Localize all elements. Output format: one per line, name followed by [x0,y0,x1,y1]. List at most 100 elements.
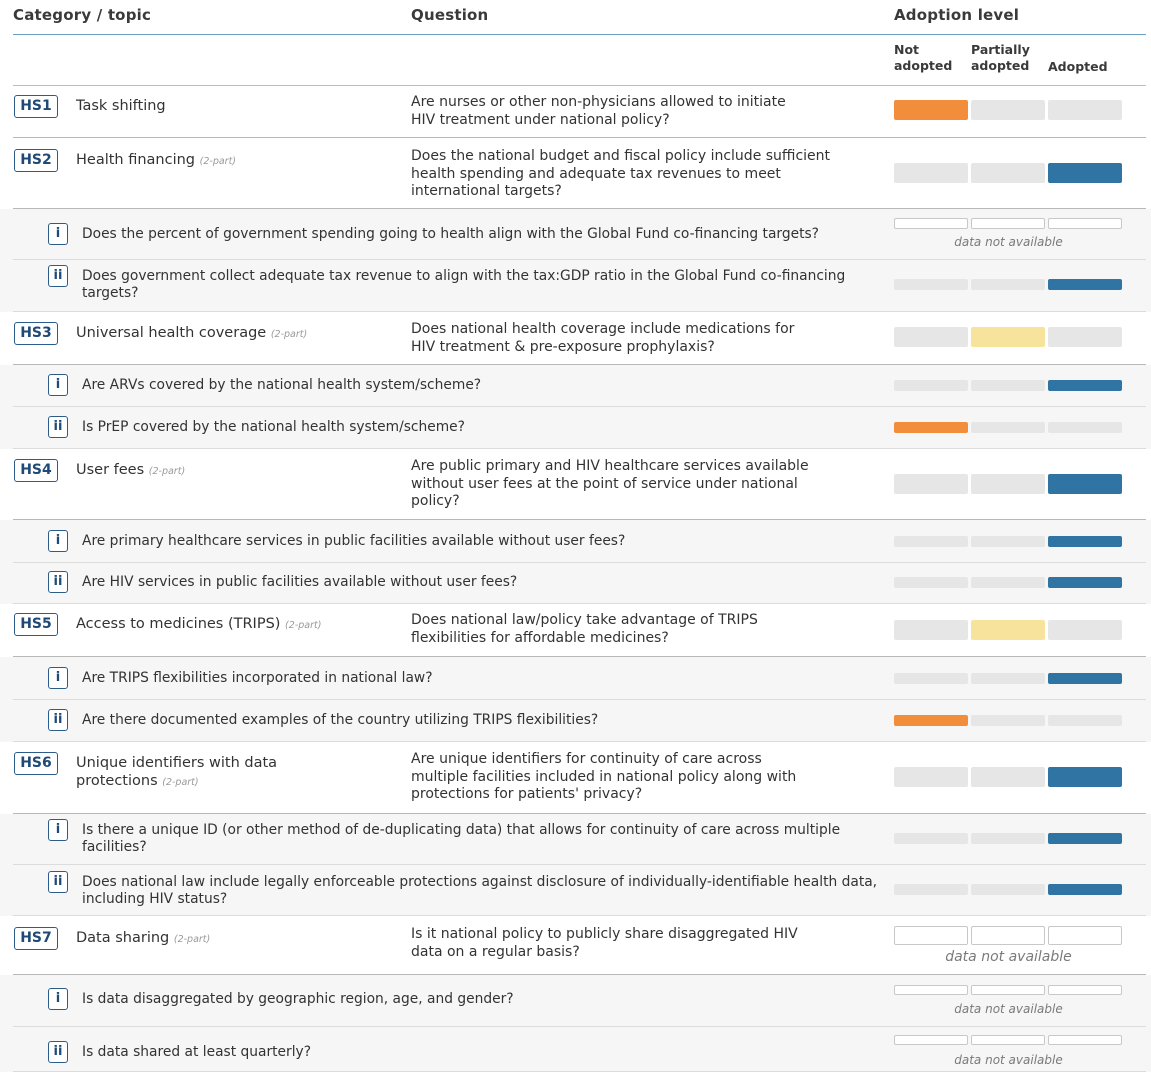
partially-adopted-bar [971,577,1045,588]
adoption-level-indicator [894,833,1123,844]
adoption-level-indicator [894,1035,1123,1045]
part-count-note: (2-part) [270,329,308,340]
topic-name: Universal health coverage (2-part) [76,324,396,344]
adopted-bar [1048,218,1122,229]
table-row: HS5 Access to medicines (TRIPS) (2-part) D… [0,604,1151,657]
question-text: Are nurses or other non-physicians allow… [411,94,786,128]
topic-code-badge: HS3 [14,322,58,345]
level-header-partially-adopted: Partially adopted [971,42,1030,73]
adoption-level-indicator [894,577,1123,588]
not-adopted-bar [894,884,968,895]
table-row: HS3 Universal health coverage (2-part) Doe… [0,312,1151,365]
not-adopted-bar [894,715,968,726]
sub-question-index: i [48,667,68,689]
partially-adopted-bar [971,767,1045,787]
partially-adopted-bar [971,380,1045,391]
data-not-available-note: data not available [954,1002,1063,1016]
adoption-level-indicator [894,474,1123,494]
adopted-bar [1048,620,1122,640]
question-text: Does national health coverage include me… [411,321,795,355]
adoption-level-indicator [894,985,1123,995]
sub-question-index: ii [48,265,68,287]
adoption-level-indicator [894,767,1123,787]
adopted-bar [1048,474,1122,494]
sub-question-row: i Does the percent of government spending… [0,209,1151,260]
part-count-note: (2-part) [285,620,322,631]
topic-name: Health financing (2-part) [76,151,396,171]
partially-adopted-bar [971,833,1045,844]
not-adopted-bar [894,833,968,844]
adopted-bar [1048,163,1122,183]
not-adopted-bar [894,673,968,684]
sub-question-index: ii [48,871,68,893]
not-adopted-bar [894,1035,968,1045]
not-adopted-bar [894,926,968,945]
adoption-level-indicator [894,163,1123,183]
partially-adopted-bar [971,926,1045,945]
adopted-bar [1048,1035,1122,1045]
sub-question-index: ii [48,1041,68,1063]
column-header-category: Category / topic [13,6,152,24]
sub-question-index: i [48,819,68,841]
adoption-level-indicator [894,100,1123,120]
sub-question-row: ii Does government collect adequate tax r… [0,260,1151,312]
not-adopted-bar [894,380,968,391]
partially-adopted-bar [971,884,1045,895]
adopted-bar [1048,536,1122,547]
topic-name: Access to medicines (TRIPS) (2-part) [76,615,396,635]
adoption-level-indicator [894,884,1123,895]
sub-question-row: ii Is PrEP covered by the national health… [0,407,1151,449]
adopted-bar [1048,279,1122,290]
topic-code-badge: HS4 [14,459,58,482]
sub-question-text: Are primary healthcare services in publi… [82,533,626,549]
topic-label: Data sharing [76,930,170,946]
sub-question-text: Are HIV services in public facilities av… [82,574,518,590]
sub-question-row: i Is there a unique ID (or other method o… [0,814,1151,865]
sub-question-row: ii Are HIV services in public facilities … [0,563,1151,604]
sub-question-text: Does national law include legally enforc… [82,874,878,907]
sub-question-row: i Is data disaggregated by geographic reg… [0,975,1151,1027]
partially-adopted-bar [971,620,1045,640]
topic-label: User fees [76,462,145,478]
topic-code-badge: HS5 [14,613,58,636]
partially-adopted-bar [971,327,1045,347]
sub-question-row: i Are primary healthcare services in publ… [0,520,1151,563]
adoption-level-indicator [894,422,1123,433]
question-text: Is it national policy to publicly share … [411,926,798,960]
partially-adopted-bar [971,474,1045,494]
sub-question-index: i [48,223,68,245]
sub-question-text: Is there a unique ID (or other method of… [82,822,841,855]
adoption-level-indicator [894,673,1123,684]
part-count-note: (2-part) [173,934,211,945]
not-adopted-bar [894,767,968,787]
topic-code-badge: HS7 [14,927,58,950]
not-adopted-bar [894,279,968,290]
sub-question-text: Are ARVs covered by the national health … [82,377,482,393]
not-adopted-bar [894,422,968,433]
table-row: HS4 User fees (2-part) Are public primary … [0,449,1151,520]
partially-adopted-bar [971,673,1045,684]
adopted-bar [1048,926,1122,945]
adoption-level-indicator [894,715,1123,726]
sub-question-index: i [48,988,68,1010]
adopted-bar [1048,577,1122,588]
partially-adopted-bar [971,163,1045,183]
topic-name: Data sharing (2-part) [76,929,396,949]
table-row: HS1 Task shifting Are nurses or other non-… [0,86,1151,138]
topic-label: Universal health coverage [76,325,267,341]
data-not-available-note: data not available [954,235,1063,249]
topic-name: Task shifting [76,97,396,115]
partially-adopted-bar [971,536,1045,547]
sub-question-text: Does government collect adequate tax rev… [82,268,846,301]
sub-question-row: i Are ARVs covered by the national health… [0,365,1151,407]
adopted-bar [1048,327,1122,347]
adoption-level-indicator [894,218,1123,229]
sub-question-row: ii Are there documented examples of the c… [0,700,1151,742]
partially-adopted-bar [971,715,1045,726]
not-adopted-bar [894,985,968,995]
partially-adopted-bar [971,100,1045,120]
not-adopted-bar [894,536,968,547]
not-adopted-bar [894,327,968,347]
sub-question-text: Is data disaggregated by geographic regi… [82,991,514,1007]
sub-question-text: Are TRIPS flexibilities incorporated in … [82,670,433,686]
